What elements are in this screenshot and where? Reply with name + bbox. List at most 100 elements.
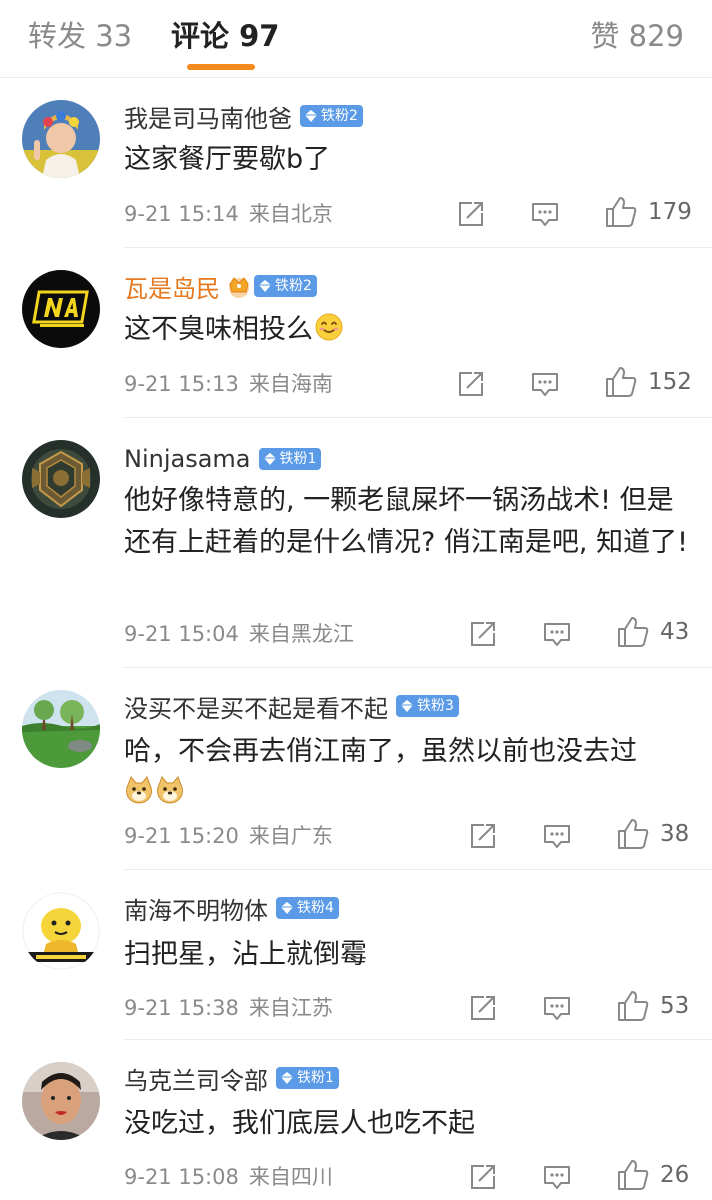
avatar-landscape-icon bbox=[22, 690, 100, 768]
repost-button[interactable] bbox=[468, 1161, 498, 1193]
repost-icon bbox=[471, 1165, 495, 1189]
reply-button[interactable] bbox=[530, 198, 560, 230]
diamond-icon bbox=[280, 901, 294, 915]
repost-button[interactable] bbox=[468, 820, 498, 852]
doge-emoji-icon bbox=[124, 775, 154, 805]
fan-badge-label: 铁粉4 bbox=[297, 900, 334, 916]
emoji-row bbox=[124, 775, 692, 805]
repost-icon bbox=[459, 202, 483, 226]
thumbs-up-icon bbox=[618, 819, 649, 849]
comment-source: 来自海南 bbox=[248, 372, 333, 396]
active-tab-indicator bbox=[187, 64, 255, 70]
comment-username[interactable]: 乌克兰司令部 bbox=[124, 1061, 268, 1096]
comment-source: 来自黑龙江 bbox=[248, 622, 354, 646]
comment-icon bbox=[544, 997, 570, 1020]
like-count: 179 bbox=[648, 199, 692, 225]
like-count: 43 bbox=[660, 619, 690, 645]
comment-icon bbox=[544, 623, 570, 646]
tab-repost[interactable]: 转发 33 bbox=[28, 18, 132, 54]
comment-time: 9-21 15:20 bbox=[124, 824, 239, 848]
user-avatar[interactable] bbox=[22, 270, 100, 348]
diamond-icon bbox=[258, 279, 272, 293]
comment-item: 我是司马南他爸 铁粉2 这家餐厅要歇b了 9-21 15:14 来自北京 179 bbox=[0, 78, 712, 248]
like-count: 53 bbox=[660, 993, 690, 1019]
reply-button[interactable] bbox=[542, 1161, 572, 1193]
user-avatar[interactable] bbox=[22, 100, 100, 178]
fan-badge-label: 铁粉3 bbox=[417, 698, 454, 714]
reply-button[interactable] bbox=[530, 368, 560, 400]
user-avatar[interactable] bbox=[22, 892, 100, 970]
comment-text-content: 他好像特意的, 一颗老鼠屎坏一锅汤战术! 但是还有上赶着的是什么情况? 俏江南是… bbox=[124, 485, 688, 558]
comment-text-content: 扫把星，沾上就倒霉 bbox=[124, 939, 367, 970]
thumbs-up-icon bbox=[618, 1160, 649, 1190]
comment-text: 没吃过，我们底层人也吃不起 bbox=[124, 1103, 692, 1145]
fan-badge-label: 铁粉1 bbox=[279, 451, 317, 467]
comment-time: 9-21 15:08 bbox=[124, 1165, 239, 1189]
comment-username[interactable]: Ninjasama bbox=[124, 445, 251, 473]
comment-username[interactable]: 南海不明物体 bbox=[124, 891, 268, 926]
comment-meta: 9-21 15:08 来自四川 bbox=[124, 1162, 333, 1192]
repost-icon bbox=[471, 996, 495, 1020]
comment-text: 这不臭味相投么 bbox=[124, 309, 692, 351]
comment-time: 9-21 15:13 bbox=[124, 372, 239, 396]
doge-emoji-icon bbox=[155, 775, 185, 805]
comment-meta: 9-21 15:38 来自江苏 bbox=[124, 993, 333, 1023]
fan-badge: 铁粉4 bbox=[276, 897, 339, 919]
avatar-man-photo-icon bbox=[22, 1062, 100, 1140]
like-button[interactable]: 53 bbox=[616, 990, 689, 1022]
repost-icon bbox=[459, 372, 483, 396]
crown-icon bbox=[226, 273, 252, 299]
comment-item: 乌克兰司令部 铁粉1 没吃过，我们底层人也吃不起 9-21 15:08 来自四川 … bbox=[0, 1040, 712, 1200]
comment-source: 来自四川 bbox=[248, 1165, 333, 1189]
fan-badge: 铁粉1 bbox=[276, 1067, 339, 1089]
fan-badge-label: 铁粉1 bbox=[297, 1070, 334, 1086]
comment-username[interactable]: 瓦是岛民 bbox=[124, 269, 220, 304]
like-count: 26 bbox=[660, 1162, 690, 1188]
user-avatar[interactable] bbox=[22, 690, 100, 768]
thumbs-up-icon bbox=[618, 617, 649, 647]
like-count: 152 bbox=[648, 369, 692, 395]
comment-username[interactable]: 没买不是买不起是看不起 bbox=[124, 689, 388, 724]
repost-button[interactable] bbox=[456, 198, 486, 230]
repost-button[interactable] bbox=[456, 368, 486, 400]
comment-icon bbox=[544, 825, 570, 848]
reply-button[interactable] bbox=[542, 992, 572, 1024]
like-button[interactable]: 152 bbox=[604, 366, 692, 398]
comment-item: Ninjasama 铁粉1 他好像特意的, 一颗老鼠屎坏一锅汤战术! 但是还有上… bbox=[0, 418, 712, 668]
comment-item: 南海不明物体 铁粉4 扫把星，沾上就倒霉 9-21 15:38 来自江苏 53 bbox=[0, 870, 712, 1040]
comment-item: 瓦是岛民 铁粉2 这不臭味相投么 9-21 15:13 来自海南 152 bbox=[0, 248, 712, 418]
user-avatar[interactable] bbox=[22, 1062, 100, 1140]
repost-button[interactable] bbox=[468, 992, 498, 1024]
comment-username[interactable]: 我是司马南他爸 bbox=[124, 99, 292, 134]
comment-text-content: 哈，不会再去俏江南了，虽然以前也没去过 bbox=[124, 736, 637, 767]
comment-text: 哈，不会再去俏江南了，虽然以前也没去过 bbox=[124, 731, 692, 805]
repost-button[interactable] bbox=[468, 618, 498, 650]
comment-text-content: 没吃过，我们底层人也吃不起 bbox=[124, 1108, 475, 1139]
fan-badge: 铁粉2 bbox=[254, 275, 317, 297]
thumbs-up-icon bbox=[606, 197, 637, 227]
comment-meta: 9-21 15:14 来自北京 bbox=[124, 199, 333, 229]
like-button[interactable]: 26 bbox=[616, 1159, 689, 1191]
like-count: 38 bbox=[660, 821, 690, 847]
tab-comment[interactable]: 评论 97 bbox=[171, 18, 279, 54]
diamond-icon bbox=[304, 109, 318, 123]
avatar-woman-flower-crown-icon bbox=[22, 100, 100, 178]
smile-emoji-icon bbox=[314, 312, 344, 342]
comment-text: 他好像特意的, 一颗老鼠屎坏一锅汤战术! 但是还有上赶着的是什么情况? 俏江南是… bbox=[124, 480, 692, 564]
tab-like[interactable]: 赞 829 bbox=[590, 18, 684, 54]
comment-text: 扫把星，沾上就倒霉 bbox=[124, 934, 692, 976]
avatar-cartoon-yellow-icon bbox=[22, 892, 100, 970]
thumbs-up-icon bbox=[606, 367, 637, 397]
reply-button[interactable] bbox=[542, 820, 572, 852]
fan-badge-label: 铁粉2 bbox=[321, 108, 358, 124]
comment-time: 9-21 15:38 bbox=[124, 996, 239, 1020]
user-avatar[interactable] bbox=[22, 440, 100, 518]
like-button[interactable]: 179 bbox=[604, 196, 692, 228]
thumbs-up-icon bbox=[618, 991, 649, 1021]
like-button[interactable]: 43 bbox=[616, 616, 689, 648]
comment-item: 没买不是买不起是看不起 铁粉3 哈，不会再去俏江南了，虽然以前也没去过 9-21… bbox=[0, 668, 712, 870]
comment-icon bbox=[532, 373, 558, 396]
like-button[interactable]: 38 bbox=[616, 818, 689, 850]
reply-button[interactable] bbox=[542, 618, 572, 650]
repost-icon bbox=[471, 622, 495, 646]
